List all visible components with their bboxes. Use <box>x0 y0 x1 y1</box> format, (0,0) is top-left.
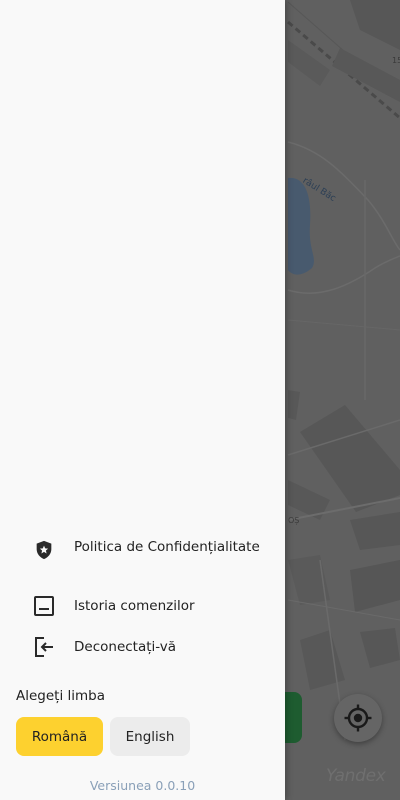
menu-item-label: Politica de Confidențialitate <box>74 539 260 555</box>
logout-icon <box>30 633 58 661</box>
menu-item-order-history[interactable]: Istoria comenzilor <box>30 592 275 620</box>
language-title: Alegeți limba <box>16 688 105 704</box>
app-version: Versiunea 0.0.10 <box>89 778 196 793</box>
my-location-button[interactable] <box>334 694 382 742</box>
shield-star-icon <box>30 536 58 564</box>
menu-item-privacy-policy[interactable]: Politica de Confidențialitate <box>30 538 275 564</box>
menu-item-logout[interactable]: Deconectați-vă <box>30 633 275 661</box>
history-icon <box>30 592 58 620</box>
crosshair-icon <box>344 704 372 732</box>
map-label: 15 <box>392 56 400 65</box>
menu-item-label: Istoria comenzilor <box>74 597 195 614</box>
language-selector: Română English <box>16 717 190 756</box>
language-option-romana[interactable]: Română <box>16 717 103 756</box>
map-attribution: Yandex <box>326 766 386 786</box>
navigation-drawer: Politica de Confidențialitate Istoria co… <box>0 0 285 800</box>
map-label: OȘ <box>288 516 300 525</box>
language-option-english[interactable]: English <box>110 717 190 756</box>
menu-item-label: Deconectați-vă <box>74 638 177 655</box>
